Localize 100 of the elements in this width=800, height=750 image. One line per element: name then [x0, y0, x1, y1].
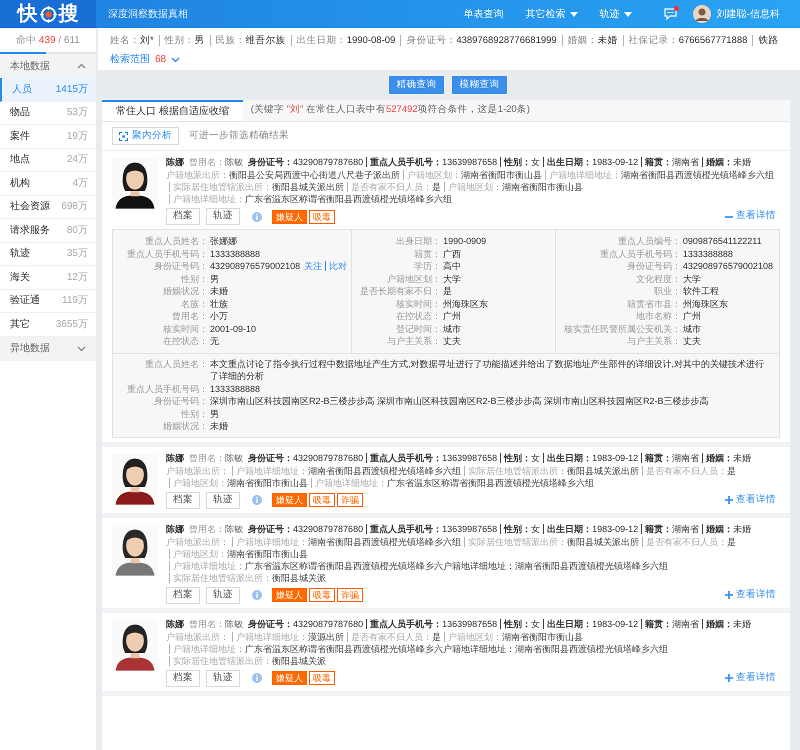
detail-value: 未婚: [210, 420, 229, 432]
key-field: 性别：女: [500, 618, 540, 628]
key-field: 婚姻：未婚: [702, 524, 752, 534]
sidebar-item[interactable]: 验证通 119万: [0, 290, 96, 313]
avatar-icon: [692, 5, 711, 23]
criteria-field: 民族：维吾尔族: [210, 35, 286, 46]
alias-field: 曾用名：陈敏: [189, 524, 243, 534]
detail-label: 籍贯省市县：: [626, 298, 681, 310]
details-toggle[interactable]: 查看详情: [725, 209, 776, 224]
key-field: 婚姻：未婚: [702, 452, 752, 462]
criteria-field: 身份证号：4389768928776681999: [400, 35, 557, 46]
detail-label: 身份证号码：: [626, 260, 681, 272]
key-field: 籍贯：湖南省: [641, 452, 700, 462]
details-toggle[interactable]: 查看详情: [725, 588, 776, 602]
tag: 嫌疑人: [272, 210, 307, 224]
info-icon: [252, 590, 262, 600]
detail-value: 2001-09-10: [210, 322, 256, 335]
info-field: 户籍地详细地址：漠源出所: [232, 632, 344, 642]
info-icon: [252, 495, 262, 505]
detail-label: 重点人员手机号码：: [127, 248, 208, 260]
info-field: 户籍地详细地址：广东省温东区称谓省衡阳县西渡镇橙光镇塔峰乡六组: [169, 194, 452, 204]
detail-value: 0909876541122211: [682, 235, 762, 248]
action-button[interactable]: 轨迹: [206, 492, 240, 508]
detail-label: 核实责任民警所属公安机关：: [564, 322, 681, 335]
action-button[interactable]: 档案: [166, 586, 200, 604]
detail-value: 1333388888: [210, 382, 262, 395]
action-button[interactable]: 档案: [166, 492, 200, 508]
detail-label: 重点人员手机号码：: [127, 382, 208, 395]
tag: 嫌疑人: [272, 671, 307, 685]
key-field: 性别：女: [500, 524, 540, 534]
detail-value: 432908976579002108: [682, 260, 773, 272]
detail-label: 重点人员手机号码：: [598, 248, 681, 260]
detail-label: 职业：: [652, 285, 681, 298]
caret-icon: [570, 12, 578, 16]
action-button[interactable]: 轨迹: [206, 586, 240, 604]
app-subtitle: 深度洞察数据真相: [108, 8, 188, 22]
hit-count: 命中 439 / 611: [16, 34, 80, 48]
key-field: 出生日期：1983-09-12: [543, 618, 638, 628]
criteria-field: 社保记录：6766567771888: [622, 35, 748, 46]
group-header[interactable]: 异地数据: [0, 336, 96, 360]
detail-value: 软件工程: [682, 285, 719, 298]
sidebar-item[interactable]: 机构 4万: [0, 172, 96, 196]
notification-button[interactable]: [664, 8, 677, 20]
key-field: 重点人员手机号：13639987658: [366, 452, 498, 462]
action-button[interactable]: 档案: [166, 670, 200, 686]
info-field: 是否有家不归人员：是: [347, 182, 441, 192]
chevron-down-icon: [77, 346, 86, 352]
key-field: 出生日期：1983-09-12: [543, 524, 638, 534]
criteria-field: 出生日期：1990-08-09: [290, 35, 396, 46]
detail-label: 性别：: [180, 408, 208, 420]
info-field: 是否有家不归人员：是: [347, 632, 441, 642]
target-icon: [40, 6, 56, 22]
detail-label: 地市名称：: [634, 310, 681, 322]
key-field: 重点人员手机号：13639987658: [366, 524, 498, 534]
alias-field: 曾用名：陈敏: [189, 618, 243, 628]
scope-dropdown[interactable]: 检索范围 68: [110, 52, 180, 67]
detail-value: 广州: [443, 310, 462, 322]
detail-label: 户籍地区划：: [386, 272, 442, 285]
detail-value: 1333388888: [682, 248, 733, 260]
sidebar-item[interactable]: 案件 19万: [0, 125, 96, 148]
info-field: 户籍地区划：湖南省衡阳市衡山县: [169, 478, 308, 488]
key-field: 性别：女: [500, 452, 540, 462]
sidebar-item[interactable]: 请求服务 80万: [0, 219, 96, 242]
criteria-field: 铁路: [752, 35, 778, 46]
tag: 吸毒: [309, 210, 335, 224]
action-button[interactable]: 轨迹: [206, 670, 240, 686]
sidebar-item[interactable]: 地点 24万: [0, 148, 96, 172]
details-toggle[interactable]: 查看详情: [725, 670, 776, 686]
sidebar-item[interactable]: 海关 12万: [0, 266, 96, 290]
action-button[interactable]: 轨迹: [206, 208, 240, 225]
info-field: 实际居住地管辖派出所：衡阳县城关派: [169, 656, 326, 666]
scan-icon: [119, 132, 128, 140]
detail-value: 432908976579002108: [210, 260, 300, 272]
detail-value: 州海珠区东: [443, 298, 488, 310]
key-field: 籍贯：湖南省: [641, 618, 700, 628]
detail-label: 核实时间：: [162, 322, 208, 335]
tag: 诈骗: [337, 588, 363, 602]
info-field: 户籍地详细地址：广东省温东区称谓省衡阳县西渡镇橙光镇塔峰乡六户籍地详细地址：湖南省衡阳县西渡镇橙光镇塔峰乡六组: [169, 644, 668, 654]
detail-value: 男: [210, 408, 220, 420]
sidebar-item[interactable]: 物品 53万: [0, 102, 96, 125]
info-field: 户籍地区划：湖南省衡阳市衡山县: [169, 548, 308, 558]
tag: 嫌疑人: [272, 588, 307, 602]
action-button[interactable]: 档案: [166, 208, 200, 225]
info-field: 是否有家不归人员：是: [642, 536, 736, 546]
detail-label: 是否长期有家不归：: [360, 285, 442, 298]
key-field: 身份证号：43290879787680: [248, 524, 364, 534]
key-field: 身份证号：43290879787680: [248, 452, 364, 462]
info-field: 实际居住地管辖派出所：衡阳县城关派出所: [464, 536, 639, 546]
sidebar-item[interactable]: 轨迹 35万: [0, 242, 96, 266]
info-field: 户籍地派出所：: [166, 536, 229, 548]
group-header[interactable]: 本地数据: [0, 54, 96, 78]
plus-icon: [725, 591, 733, 599]
detail-value: 未婚: [210, 285, 228, 298]
detail-label: 曾用名：: [171, 310, 208, 322]
message-icon: [664, 8, 677, 20]
details-toggle[interactable]: 查看详情: [725, 492, 776, 508]
info-field: 户籍地派出所：: [166, 630, 229, 642]
sidebar-item[interactable]: 社会资源 698万: [0, 196, 96, 219]
result-tab[interactable]: 常住人口 根据自适应收缩: [102, 100, 243, 121]
detail-value: 深圳市南山区科技园南区R2-B三楼步步高 深圳市南山区科技园南区R2-B三楼步步高 深圳市南山区科技园南区R2-B三楼步步高: [210, 395, 710, 408]
